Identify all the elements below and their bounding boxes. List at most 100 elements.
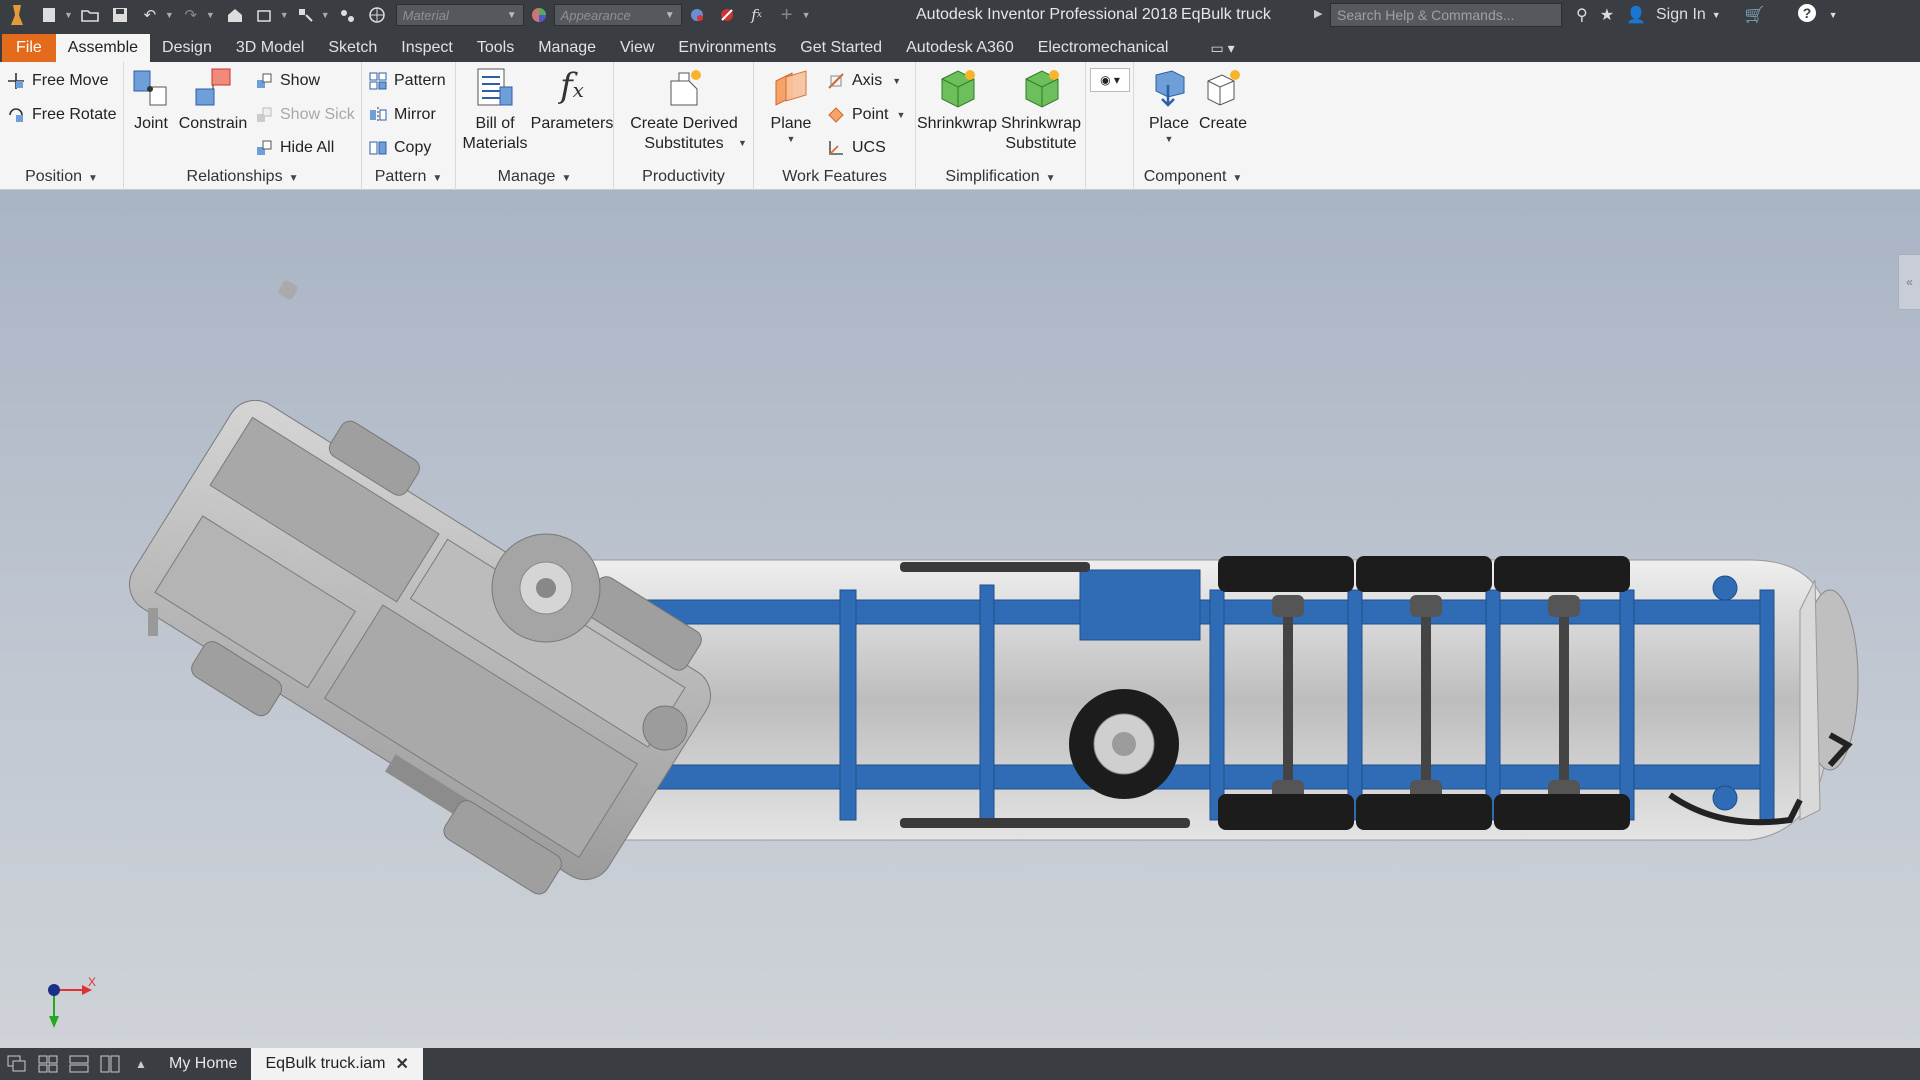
undo-icon[interactable]: ↶	[138, 4, 162, 26]
undo-dropdown-icon[interactable]: ▼	[165, 10, 174, 20]
tab-autodesk-a360[interactable]: Autodesk A360	[894, 34, 1026, 62]
open-documents-icon[interactable]: ▲	[127, 1052, 155, 1076]
appearance-select[interactable]: Appearance ▼	[553, 4, 682, 26]
customize-dropdown-icon[interactable]: ▼	[802, 10, 811, 20]
app-menu-icon[interactable]	[3, 4, 31, 26]
place-button[interactable]: Place ▼	[1144, 66, 1194, 144]
create-derived-substitutes-button[interactable]: Create Derived Substitutes	[618, 66, 750, 154]
chevron-down-icon[interactable]: ▼	[738, 138, 747, 148]
binoculars-icon[interactable]: ⚲	[1576, 5, 1588, 25]
spare-tire[interactable]	[1069, 689, 1179, 799]
help-dropdown-icon[interactable]: ▼	[1829, 10, 1838, 20]
panel-title-component[interactable]: Component ▼	[1134, 168, 1252, 186]
help-icon[interactable]: ?	[1797, 3, 1817, 28]
bill-of-materials-button[interactable]: Bill of Materials	[458, 66, 532, 154]
appearance-sphere-icon	[527, 4, 551, 26]
material-select[interactable]: Material ▼	[395, 4, 524, 26]
new-dropdown-icon[interactable]: ▼	[64, 10, 73, 20]
panel-title-simplification[interactable]: Simplification ▼	[916, 168, 1085, 186]
save-icon[interactable]	[108, 4, 132, 26]
plane-icon	[769, 66, 813, 110]
redo-icon[interactable]: ↷	[179, 4, 203, 26]
constrain-button[interactable]: Constrain	[178, 66, 248, 134]
home-icon[interactable]	[223, 4, 247, 26]
tab-file[interactable]: File	[2, 34, 56, 62]
show-button[interactable]: Show	[254, 69, 320, 93]
select-icon[interactable]	[294, 4, 318, 26]
search-input[interactable]: Search Help & Commands...	[1330, 3, 1562, 27]
tab-electromechanical[interactable]: Electromechanical	[1026, 34, 1181, 62]
panel-title-pattern[interactable]: Pattern ▼	[362, 168, 455, 186]
update-icon[interactable]	[253, 4, 277, 26]
copy-button[interactable]: Copy	[368, 136, 431, 160]
cart-icon[interactable]: 🛒	[1745, 5, 1765, 25]
update-dropdown-icon[interactable]: ▼	[280, 10, 289, 20]
mirror-button[interactable]: Mirror	[368, 103, 436, 127]
tile-vertical-icon[interactable]	[96, 1052, 124, 1076]
point-button[interactable]: Point ▼	[826, 103, 905, 127]
parameters-button[interactable]: fx Parameters	[531, 66, 614, 134]
tab-3d-model[interactable]: 3D Model	[224, 34, 316, 62]
plus-icon[interactable]: +	[775, 4, 799, 26]
tab-sketch[interactable]: Sketch	[316, 34, 389, 62]
view-options-icon[interactable]: ◉ ▾	[1090, 68, 1130, 92]
star-icon[interactable]: ★	[1600, 5, 1614, 25]
panel-title-manage[interactable]: Manage ▼	[456, 168, 613, 186]
derived-substitute-icon	[662, 66, 706, 110]
cascade-windows-icon[interactable]	[3, 1052, 31, 1076]
graphics-viewport[interactable]: X «	[0, 190, 1920, 1048]
hide-all-button[interactable]: Hide All	[254, 136, 334, 160]
adjust-appearance-icon[interactable]	[685, 4, 709, 26]
panel-title-component-label: Component	[1143, 168, 1227, 185]
my-home-tab[interactable]: My Home	[155, 1048, 251, 1080]
new-file-icon[interactable]	[37, 4, 61, 26]
document-tab-bar: ▲ My Home EqBulk truck.iam ✕	[0, 1048, 1920, 1080]
create-button[interactable]: Create	[1198, 66, 1248, 134]
navigation-bar-handle[interactable]: «	[1898, 254, 1920, 310]
fx-icon[interactable]: fx	[745, 4, 769, 26]
front-wheel[interactable]	[491, 533, 601, 643]
tab-inspect[interactable]: Inspect	[389, 34, 465, 62]
free-rotate-button[interactable]: Free Rotate	[6, 103, 116, 127]
clear-appearance-icon[interactable]	[715, 4, 739, 26]
chevron-down-icon: ▼	[896, 110, 906, 120]
plane-label: Plane	[770, 115, 812, 132]
create-derived-label-line2: Substitutes	[644, 135, 724, 152]
globe-icon[interactable]	[365, 4, 389, 26]
truck-model[interactable]: X	[0, 190, 1920, 1048]
tab-view[interactable]: View	[608, 34, 666, 62]
open-icon[interactable]	[78, 4, 102, 26]
pattern-button[interactable]: Pattern	[368, 69, 446, 93]
panel-title-position[interactable]: Position ▼	[0, 168, 123, 186]
tile-horizontal-icon[interactable]	[65, 1052, 93, 1076]
close-icon[interactable]: ✕	[396, 1054, 409, 1074]
arrow-right-icon[interactable]: ▶	[1314, 7, 1322, 20]
tab-environments[interactable]: Environments	[666, 34, 788, 62]
panel-title-relationships[interactable]: Relationships ▼	[124, 168, 361, 186]
active-document-tab[interactable]: EqBulk truck.iam ✕	[251, 1048, 423, 1080]
tab-get-started[interactable]: Get Started	[788, 34, 894, 62]
create-label: Create	[1198, 115, 1248, 132]
joint-button[interactable]: Joint	[128, 66, 174, 134]
tab-design[interactable]: Design	[150, 34, 224, 62]
panel-title-work-features-label: Work Features	[782, 168, 887, 185]
axis-button[interactable]: Axis ▼	[826, 69, 901, 93]
chevron-down-icon[interactable]: ▼	[1712, 10, 1721, 20]
user-icon[interactable]: 👤	[1626, 5, 1646, 25]
ribbon-options-icon[interactable]: ▭ ▾	[1210, 34, 1234, 62]
tab-manage[interactable]: Manage	[526, 34, 608, 62]
redo-dropdown-icon[interactable]: ▼	[206, 10, 215, 20]
shrinkwrap-substitute-button[interactable]: Shrinkwrap Substitute	[998, 66, 1084, 154]
shrinkwrap-button[interactable]: Shrinkwrap	[916, 66, 998, 134]
tab-assemble[interactable]: Assemble	[55, 34, 151, 62]
sign-in-link[interactable]: Sign In	[1656, 6, 1706, 24]
title-bar: ▼ ↶ ▼ ↷ ▼ ▼ ▼ Material ▼ Appearance ▼ fx +…	[0, 0, 1920, 30]
plane-button[interactable]: Plane ▼	[762, 66, 820, 144]
measure-icon[interactable]	[335, 4, 359, 26]
tile-windows-icon[interactable]	[34, 1052, 62, 1076]
free-move-button[interactable]: Free Move	[6, 69, 108, 93]
ucs-button[interactable]: UCS	[826, 136, 886, 160]
select-dropdown-icon[interactable]: ▼	[321, 10, 330, 20]
show-sick-button[interactable]: Show Sick	[254, 103, 355, 127]
tab-tools[interactable]: Tools	[465, 34, 526, 62]
